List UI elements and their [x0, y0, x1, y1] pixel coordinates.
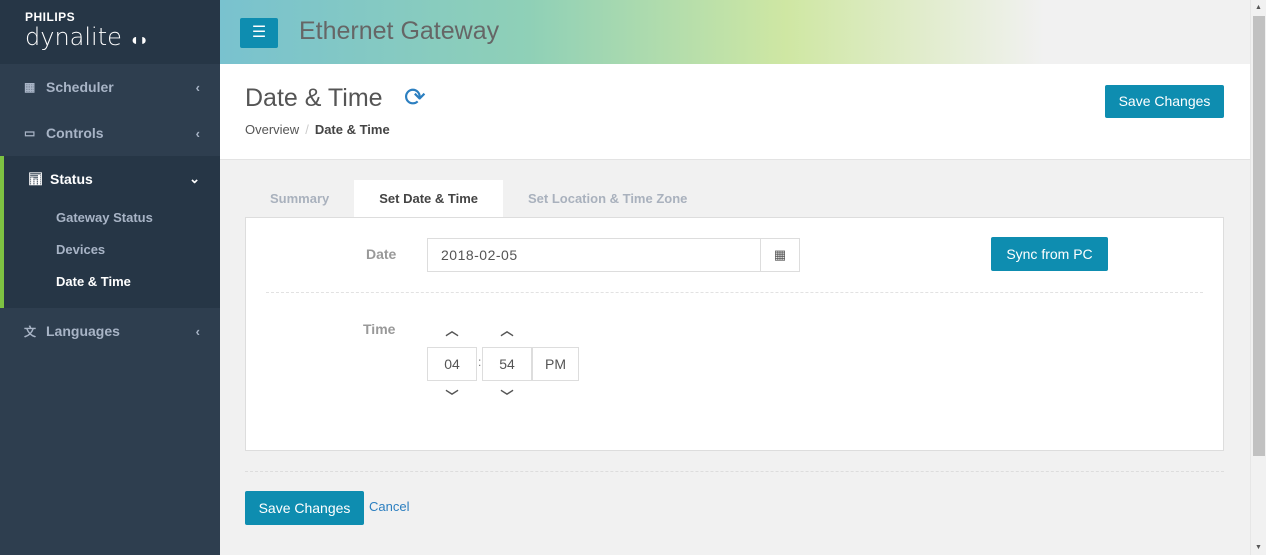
chevron-down-icon: ⌄	[189, 171, 200, 186]
sidebar-item-label: Status	[50, 171, 93, 187]
top-bar: ☰ Ethernet Gateway	[220, 0, 1250, 64]
refresh-icon[interactable]: ⟳	[404, 82, 426, 113]
table-icon: ▦	[24, 80, 36, 94]
chevron-left-icon: ‹	[195, 79, 200, 95]
logo-philips: PHILIPS	[25, 10, 76, 24]
scrollbar[interactable]: ▲ ▼	[1250, 0, 1266, 555]
status-group: 📊︎ Status ⌄ Gateway Status Devices Date & …	[0, 156, 220, 308]
hour-up-icon[interactable]: ︿	[427, 320, 477, 339]
date-label: Date	[366, 246, 397, 262]
dynalite-logo-icon: ◖◗	[129, 30, 149, 49]
sidebar-item-status[interactable]: 📊︎ Status ⌄	[4, 156, 220, 202]
sidebar: PHILIPS dynalite ◖◗ ▦ Scheduler ‹ ▭ Control…	[0, 0, 220, 555]
sidebar-item-languages[interactable]: ⽂ Languages ‹	[0, 308, 220, 354]
time-label: Time	[363, 321, 396, 337]
sidebar-subitem-devices[interactable]: Devices	[4, 234, 220, 266]
minute-down-icon[interactable]: ﹀	[482, 386, 532, 405]
tab-set-location-time-zone[interactable]: Set Location & Time Zone	[503, 180, 712, 218]
logo: PHILIPS dynalite ◖◗	[0, 0, 220, 64]
date-value[interactable]: 2018-02-05	[428, 239, 760, 271]
sidebar-item-controls[interactable]: ▭ Controls ‹	[0, 110, 220, 156]
meridian-toggle[interactable]: PM	[532, 347, 579, 381]
logo-dynalite: dynalite	[25, 23, 122, 51]
sync-from-pc-button[interactable]: Sync from PC	[991, 237, 1108, 271]
minute-up-icon[interactable]: ︿	[482, 320, 532, 339]
page-header: Date & Time ⟳ Overview / Date & Time Save …	[220, 64, 1250, 160]
breadcrumb-overview[interactable]: Overview	[245, 122, 299, 137]
date-field[interactable]: 2018-02-05 ▦	[427, 238, 800, 272]
time-separator: :	[478, 355, 482, 369]
breadcrumb: Overview / Date & Time	[245, 122, 390, 137]
minute-input[interactable]: 54	[482, 347, 532, 381]
save-changes-button-top[interactable]: Save Changes	[1105, 85, 1224, 118]
monitor-icon: ▭	[24, 126, 36, 140]
tab-set-date-time[interactable]: Set Date & Time	[354, 180, 503, 218]
tab-summary[interactable]: Summary	[245, 180, 354, 218]
bar-chart-icon: 📊︎	[28, 172, 44, 186]
chevron-left-icon: ‹	[195, 323, 200, 339]
app-title: Ethernet Gateway	[299, 17, 500, 45]
sidebar-item-label: Scheduler	[46, 79, 114, 95]
breadcrumb-current: Date & Time	[314, 122, 390, 137]
scroll-up-icon[interactable]: ▲	[1255, 4, 1262, 11]
page-title: Date & Time	[245, 84, 383, 112]
footer-divider	[245, 471, 1224, 472]
chevron-left-icon: ‹	[195, 125, 200, 141]
sidebar-item-label: Controls	[46, 125, 104, 141]
calendar-icon[interactable]: ▦	[760, 239, 799, 271]
hour-input[interactable]: 04	[427, 347, 477, 381]
hour-down-icon[interactable]: ﹀	[427, 386, 477, 405]
scrollbar-thumb[interactable]	[1253, 16, 1265, 456]
menu-toggle-button[interactable]: ☰	[240, 18, 278, 48]
sidebar-subitem-gateway-status[interactable]: Gateway Status	[4, 202, 220, 234]
language-icon: ⽂	[24, 324, 37, 339]
divider	[266, 292, 1203, 293]
date-time-panel: Date 2018-02-05 ▦ Sync from PC Time ︿ ︿ …	[245, 217, 1224, 451]
cancel-link[interactable]: Cancel	[369, 499, 409, 514]
sidebar-item-scheduler[interactable]: ▦ Scheduler ‹	[0, 64, 220, 110]
sidebar-item-label: Languages	[46, 323, 120, 339]
tabs: Summary Set Date & Time Set Location & T…	[245, 180, 712, 218]
hamburger-icon: ☰	[251, 24, 267, 41]
save-changes-button[interactable]: Save Changes	[245, 491, 364, 525]
sidebar-subitem-date-time[interactable]: Date & Time	[4, 266, 220, 298]
scroll-down-icon[interactable]: ▼	[1255, 544, 1262, 551]
